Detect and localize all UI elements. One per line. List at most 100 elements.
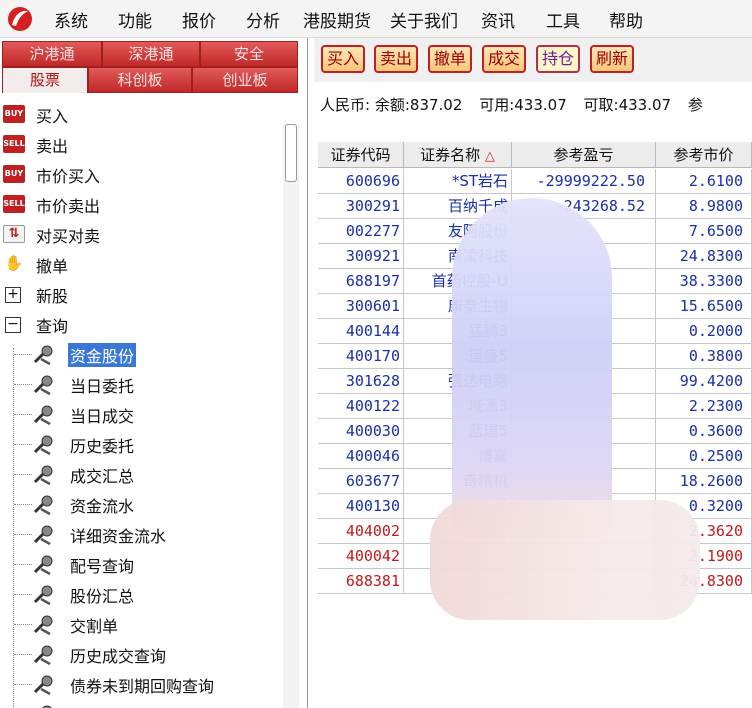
sort-asc-icon: △ — [484, 149, 495, 164]
menu-tools[interactable]: 工具 — [546, 7, 580, 32]
buy-button[interactable]: 买入 — [321, 45, 366, 73]
sell-button[interactable]: 卖出 — [374, 45, 419, 73]
cell-code: 400030 — [318, 419, 404, 444]
tools-icon — [33, 345, 53, 366]
query-item-label: 成交汇总 — [70, 467, 135, 486]
positions-button[interactable]: 持仓 — [536, 45, 581, 73]
tools-icon — [33, 495, 53, 516]
tree-item-sell[interactable]: SELL 卖出 — [0, 130, 280, 158]
cell-code: 300921 — [318, 244, 404, 269]
cell-code: 404002 — [318, 519, 404, 544]
menu-system[interactable]: 系统 — [54, 7, 88, 32]
tree-node-query[interactable]: − 查询 — [0, 310, 280, 338]
balance-summary: 人民币: 余额:837.02 可用:433.07 可取:433.07 参 — [320, 94, 703, 115]
tree-scrollbar[interactable] — [283, 124, 299, 708]
tools-icon — [33, 375, 53, 396]
navigation-panel: 沪港通 深港通 安全 股票 科创板 创业板 BUY 买入 SELL 卖出 BUY… — [0, 38, 308, 708]
tree-item-cancel-order[interactable]: ✋ 撤单 — [0, 250, 280, 278]
column-header-price[interactable]: 参考市价 — [656, 142, 752, 168]
cell-code: 002277 — [318, 219, 404, 244]
query-item[interactable]: 配号查询 — [0, 550, 280, 578]
column-header-code[interactable]: 证券代码 — [318, 142, 404, 168]
swap-icon: ⇅ — [3, 225, 25, 243]
tree-branch-line — [14, 534, 32, 535]
trades-button[interactable]: 成交 — [482, 45, 527, 73]
menu-quote[interactable]: 报价 — [182, 7, 216, 32]
tools-icon — [33, 645, 53, 666]
query-item[interactable]: 资金流水 — [0, 490, 280, 518]
table-row[interactable]: 600696 *ST岩石 -29999222.50 2.6100 — [318, 169, 752, 194]
tab-security[interactable]: 安全 — [200, 41, 298, 67]
privacy-blur — [452, 198, 612, 538]
sell-icon: SELL — [3, 195, 25, 213]
tree-node-new-shares[interactable]: + 新股 — [0, 280, 280, 308]
column-header-name-label: 证券名称 — [420, 146, 481, 164]
query-item[interactable]: 当日成交 — [0, 400, 280, 428]
tab-shenzhen-hk-connect[interactable]: 深港通 — [102, 41, 200, 67]
tree-item-buy[interactable]: BUY 买入 — [0, 100, 280, 128]
collapse-icon[interactable]: − — [5, 317, 21, 333]
cell-pnl: -29999222.50 — [512, 169, 656, 194]
query-item-label: 历史成交查询 — [70, 647, 167, 666]
cancel-button[interactable]: 撤单 — [428, 45, 473, 73]
expand-icon[interactable]: + — [5, 287, 21, 303]
query-item[interactable]: 标准券查询 — [0, 700, 280, 708]
query-item[interactable]: 交割单 — [0, 610, 280, 638]
tools-icon — [42, 705, 52, 708]
cell-price: 24.8300 — [656, 244, 752, 269]
tree-branch-line — [14, 504, 32, 505]
tab-star-market[interactable]: 科创板 — [88, 67, 192, 93]
tools-icon — [33, 435, 53, 456]
cell-code: 688381 — [318, 569, 404, 594]
cell-price: 2.2300 — [656, 394, 752, 419]
query-item[interactable]: 成交汇总 — [0, 460, 280, 488]
query-item-label: 当日委托 — [70, 377, 135, 396]
cell-code: 400122 — [318, 394, 404, 419]
tools-icon — [33, 525, 53, 546]
menu-bar: 系统 功能 报价 分析 港股期货 关于我们 资讯 工具 帮助 — [0, 0, 752, 38]
column-header-pnl[interactable]: 参考盈亏 — [512, 142, 656, 168]
query-item[interactable]: 当日委托 — [0, 370, 280, 398]
tools-icon — [33, 405, 53, 426]
cell-code: 400046 — [318, 444, 404, 469]
tree-branch-line — [14, 654, 32, 655]
menu-hk-futures[interactable]: 港股期货 — [303, 7, 371, 32]
hand-icon: ✋ — [3, 254, 25, 273]
tree-branch-line — [14, 384, 32, 385]
query-item-label: 配号查询 — [70, 557, 135, 576]
tree-item-market-buy[interactable]: BUY 市价买入 — [0, 160, 280, 188]
cell-code: 688197 — [318, 269, 404, 294]
column-header-name[interactable]: 证券名称 △ — [404, 142, 512, 168]
query-item[interactable]: 债券未到期回购查询 — [0, 670, 280, 698]
app-logo-icon — [8, 7, 32, 31]
menu-about[interactable]: 关于我们 — [390, 7, 458, 32]
menu-help[interactable]: 帮助 — [609, 7, 643, 32]
tree-item-cross-trade[interactable]: ⇅ 对买对卖 — [0, 220, 280, 248]
query-item[interactable]: 历史委托 — [0, 430, 280, 458]
cell-price: 0.2000 — [656, 319, 752, 344]
tab-chinext[interactable]: 创业板 — [192, 67, 298, 93]
tab-shanghai-hk-connect[interactable]: 沪港通 — [2, 41, 102, 67]
cell-price: 38.3300 — [656, 269, 752, 294]
cell-code: 300601 — [318, 294, 404, 319]
query-item[interactable]: 股份汇总 — [0, 580, 280, 608]
scrollbar-thumb[interactable] — [285, 124, 297, 182]
query-item[interactable]: 详细资金流水 — [0, 520, 280, 548]
refresh-button[interactable]: 刷新 — [590, 45, 635, 73]
query-item[interactable]: 资金股份 — [0, 340, 280, 368]
query-item[interactable]: 历史成交查询 — [0, 640, 280, 668]
buy-icon: BUY — [3, 165, 25, 183]
tab-stocks[interactable]: 股票 — [2, 67, 88, 93]
tools-icon — [33, 465, 53, 486]
tools-icon — [33, 555, 53, 576]
tree-item-market-sell[interactable]: SELL 市价卖出 — [0, 190, 280, 218]
menu-function[interactable]: 功能 — [118, 7, 152, 32]
cell-price: 0.2500 — [656, 444, 752, 469]
menu-news[interactable]: 资讯 — [481, 7, 515, 32]
menu-analysis[interactable]: 分析 — [246, 7, 280, 32]
query-item-label: 详细资金流水 — [70, 527, 167, 546]
cell-price: 7.6500 — [656, 219, 752, 244]
cell-price: 15.6500 — [656, 294, 752, 319]
tools-icon — [33, 615, 53, 636]
query-item-label: 资金股份 — [68, 343, 137, 367]
